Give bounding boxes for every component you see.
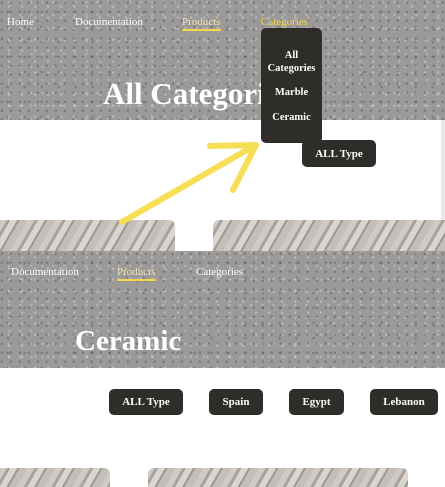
nav-categories[interactable]: Categories: [261, 16, 308, 28]
filter-all-type-button[interactable]: ALL Type: [109, 389, 183, 415]
dropdown-item-all-categories[interactable]: All Categories: [261, 49, 322, 75]
hero-banner-top: Home Documentation Products Categories A…: [0, 0, 445, 120]
dropdown-item-label: Categories: [267, 63, 316, 74]
nav-documentation[interactable]: Documentation: [75, 16, 143, 28]
product-tile-image[interactable]: [0, 220, 175, 252]
product-tile-image[interactable]: [0, 468, 110, 487]
nav-products[interactable]: Products: [117, 266, 156, 281]
filter-spain-button[interactable]: Spain: [209, 389, 263, 415]
nav-categories[interactable]: Categories: [196, 266, 243, 278]
product-tile-image[interactable]: [148, 468, 408, 487]
filter-egypt-button[interactable]: Egypt: [289, 389, 344, 415]
ceramic-title: Ceramic: [75, 325, 182, 357]
scrollbar-edge: [441, 120, 445, 220]
hero-banner-ceramic: Documentation Products Categories Cerami…: [0, 251, 445, 368]
page-title: All Categori: [103, 76, 266, 111]
product-tile-image[interactable]: [213, 220, 445, 252]
dropdown-item-ceramic[interactable]: Ceramic: [261, 111, 322, 124]
all-type-filter-button[interactable]: ALL Type: [302, 140, 376, 167]
nav-products[interactable]: Products: [182, 16, 221, 31]
nav-documentation[interactable]: Documentation: [11, 266, 79, 278]
categories-dropdown-menu: All Categories Marble Ceramic: [261, 28, 322, 143]
dropdown-item-marble[interactable]: Marble: [261, 86, 322, 99]
filter-lebanon-button[interactable]: Lebanon: [370, 389, 438, 415]
dropdown-item-label: All: [284, 50, 299, 61]
nav-home[interactable]: Home: [7, 16, 34, 28]
